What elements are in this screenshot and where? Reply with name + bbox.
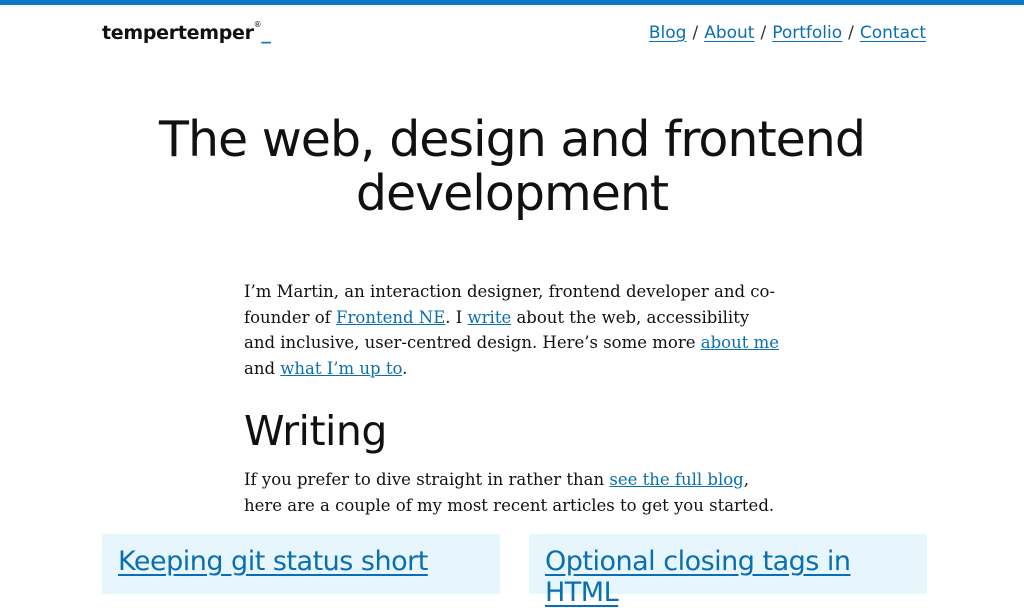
nav-link-blog[interactable]: Blog — [649, 23, 687, 43]
nav-link-about[interactable]: About — [704, 23, 754, 43]
nav-link-portfolio[interactable]: Portfolio — [772, 23, 842, 43]
site-logo[interactable]: tempertemper®_ — [102, 20, 271, 44]
nav-separator: / — [848, 23, 854, 43]
article-card: Optional closing tags in HTML — [529, 534, 927, 608]
what-im-up-to-link[interactable]: what I’m up to — [280, 359, 402, 378]
logo-text: tempertemper — [102, 22, 254, 44]
logo-registered-mark: ® — [253, 20, 262, 29]
writing-heading: Writing — [244, 407, 387, 455]
nav-link-contact[interactable]: Contact — [860, 23, 926, 43]
frontend-ne-link[interactable]: Frontend NE — [336, 308, 445, 327]
intro-text: . I — [445, 307, 468, 327]
article-link[interactable]: Keeping git status short — [118, 546, 428, 577]
full-blog-link[interactable]: see the full blog — [609, 470, 743, 489]
write-link[interactable]: write — [468, 308, 512, 327]
page-title-line-1: The web, design and frontend — [159, 111, 866, 168]
logo-cursor: _ — [261, 22, 271, 44]
intro-paragraph: I’m Martin, an interaction designer, fro… — [244, 279, 784, 381]
article-link[interactable]: Optional closing tags in HTML — [545, 546, 851, 608]
writing-intro-text: If you prefer to dive straight in rather… — [244, 470, 610, 489]
intro-text: and — [244, 358, 281, 378]
about-me-link[interactable]: about me — [701, 333, 779, 352]
nav-separator: / — [692, 23, 699, 43]
article-card: Keeping git status short — [102, 534, 500, 594]
main-nav: Blog / About / Portfolio / Contact — [649, 23, 926, 43]
nav-separator: / — [760, 23, 767, 43]
page-title: The web, design and frontend development — [0, 113, 1024, 221]
page-title-line-2: development — [355, 165, 669, 222]
writing-intro: If you prefer to dive straight in rather… — [244, 467, 784, 518]
intro-text: . — [402, 358, 408, 378]
